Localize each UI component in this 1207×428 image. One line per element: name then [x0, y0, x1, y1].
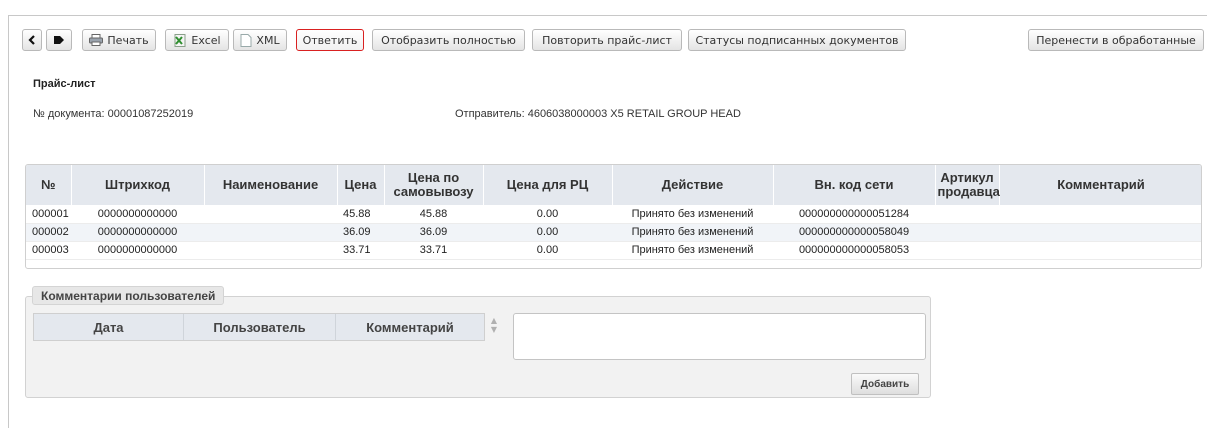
excel-icon: [173, 33, 187, 47]
document-sender: Отправитель: 4606038000003 X5 RETAIL GRO…: [455, 108, 741, 120]
document-number: № документа: 00001087252019: [33, 108, 194, 120]
show-full-label: Отобразить полностью: [381, 33, 516, 47]
xml-label: XML: [256, 33, 280, 47]
xml-button[interactable]: XML: [233, 29, 287, 51]
cell-dc-price: 0.00: [483, 223, 612, 242]
cell-barcode: 0000000000000: [71, 223, 204, 242]
cell-name: [204, 241, 337, 260]
frame-top-border: [8, 15, 1207, 16]
cell-comment: [999, 223, 1201, 242]
cell-dc-price: 0.00: [483, 205, 612, 224]
column-header-seller-article[interactable]: Артикул продавца: [935, 165, 1000, 205]
column-header-comment[interactable]: Комментарий: [999, 165, 1201, 205]
repeat-price-list-button[interactable]: Повторить прайс-лист: [532, 29, 682, 51]
price-list-grid: № Штрихкод Наименование Цена Цена по сам…: [25, 164, 1202, 269]
excel-button[interactable]: Excel: [165, 29, 229, 51]
comments-column-date[interactable]: Дата: [34, 314, 184, 340]
document-icon: [240, 33, 252, 47]
table-row[interactable]: 000001 0000000000000 45.88 45.88 0.00 Пр…: [26, 205, 1201, 224]
cell-name: [204, 205, 337, 224]
column-header-dc-price[interactable]: Цена для РЦ: [483, 165, 613, 205]
comments-grid-header: Дата Пользователь Комментарий: [33, 313, 485, 341]
cell-internal-code: 000000000000058053: [773, 241, 935, 260]
repeat-price-list-label: Повторить прайс-лист: [542, 33, 672, 47]
cell-barcode: 0000000000000: [71, 205, 204, 224]
cell-pickup-price: 33.71: [384, 241, 483, 260]
cell-dc-price: 0.00: [483, 241, 612, 260]
cell-seller-article: [935, 241, 999, 260]
table-row[interactable]: 000002 0000000000000 36.09 36.09 0.00 Пр…: [26, 223, 1201, 242]
tag-button[interactable]: [46, 29, 72, 51]
cell-number: 000001: [26, 205, 71, 224]
cell-action: Принято без изменений: [612, 241, 773, 260]
cell-internal-code: 000000000000051284: [773, 205, 935, 224]
excel-label: Excel: [191, 33, 221, 47]
cell-seller-article: [935, 205, 999, 224]
reply-label: Ответить: [302, 33, 358, 47]
column-header-internal-code[interactable]: Вн. код сети: [773, 165, 936, 205]
reply-button[interactable]: Ответить: [296, 29, 364, 51]
print-button[interactable]: Печать: [82, 29, 156, 51]
cell-number: 000002: [26, 223, 71, 242]
cell-price: 45.88: [337, 205, 384, 224]
column-header-number[interactable]: №: [26, 165, 72, 205]
page-title: Прайс-лист: [33, 78, 96, 90]
move-to-processed-label: Перенести в обработанные: [1036, 33, 1196, 47]
signed-documents-status-label: Статусы подписанных документов: [695, 33, 899, 47]
back-button[interactable]: [22, 29, 42, 51]
column-header-price[interactable]: Цена: [337, 165, 385, 205]
tag-icon: [53, 35, 65, 45]
cell-internal-code: 000000000000058049: [773, 223, 935, 242]
printer-icon: [89, 34, 104, 46]
cell-pickup-price: 36.09: [384, 223, 483, 242]
user-comments-legend: Комментарии пользователей: [32, 286, 225, 305]
signed-documents-status-button[interactable]: Статусы подписанных документов: [688, 29, 906, 51]
column-header-name[interactable]: Наименование: [204, 165, 338, 205]
cell-price: 33.71: [337, 241, 384, 260]
frame-left-border: [8, 15, 9, 428]
chevron-left-icon: [28, 35, 36, 45]
column-header-action[interactable]: Действие: [612, 165, 774, 205]
show-full-button[interactable]: Отобразить полностью: [372, 29, 525, 51]
cell-price: 36.09: [337, 223, 384, 242]
cell-name: [204, 223, 337, 242]
cell-comment: [999, 205, 1201, 224]
cell-number: 000003: [26, 241, 71, 260]
cell-comment: [999, 241, 1201, 260]
sort-arrows-icon[interactable]: ▲ ▼: [488, 316, 500, 338]
cell-barcode: 0000000000000: [71, 241, 204, 260]
comments-column-comment[interactable]: Комментарий: [336, 314, 484, 340]
add-comment-button[interactable]: Добавить: [851, 373, 919, 395]
table-row[interactable]: 000003 0000000000000 33.71 33.71 0.00 Пр…: [26, 241, 1201, 260]
print-label: Печать: [107, 33, 149, 47]
cell-pickup-price: 45.88: [384, 205, 483, 224]
grid-header-row: № Штрихкод Наименование Цена Цена по сам…: [26, 165, 1201, 205]
column-header-barcode[interactable]: Штрихкод: [71, 165, 205, 205]
move-to-processed-button[interactable]: Перенести в обработанные: [1028, 29, 1204, 51]
comment-textarea[interactable]: [513, 313, 926, 360]
cell-action: Принято без изменений: [612, 223, 773, 242]
comments-column-user[interactable]: Пользователь: [184, 314, 336, 340]
cell-action: Принято без изменений: [612, 205, 773, 224]
cell-seller-article: [935, 223, 999, 242]
column-header-pickup-price[interactable]: Цена по самовывозу: [384, 165, 484, 205]
